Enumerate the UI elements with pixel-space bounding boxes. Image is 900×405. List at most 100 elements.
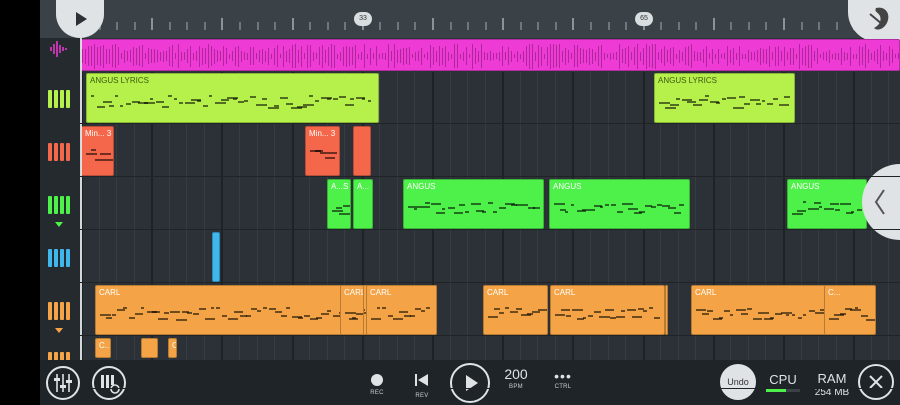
tempo-control[interactable]: 200 BPM — [500, 364, 532, 390]
pattern-clip[interactable]: CARL — [366, 285, 437, 335]
close-icon — [869, 375, 883, 389]
ruler-tick — [537, 22, 540, 30]
pattern-clip[interactable]: CARL — [550, 285, 665, 335]
track-header-piano-1[interactable] — [48, 90, 70, 108]
pattern-clip[interactable]: CARL — [340, 285, 364, 335]
ruler-tick — [677, 22, 680, 30]
timeline-ruler[interactable]: 33 65 — [40, 0, 900, 38]
bpm-label: BPM — [509, 384, 523, 390]
pattern-clip[interactable]: ANGUS — [787, 179, 867, 229]
ram-meter: RAM 254 MB — [810, 372, 854, 399]
pattern-clip[interactable] — [212, 232, 220, 282]
ruler-tick — [449, 22, 452, 30]
row-separator — [80, 176, 900, 177]
pattern-clip[interactable] — [141, 338, 158, 358]
pattern-clip[interactable]: ANGUS — [403, 179, 544, 229]
ruler-tick — [326, 22, 329, 30]
pattern-clip[interactable]: CARL — [665, 285, 668, 335]
ruler-tick — [274, 22, 277, 30]
pattern-clip-title: ANGUS LYRICS — [90, 76, 149, 85]
ruler-tick — [747, 22, 750, 30]
track-header-audio[interactable] — [48, 40, 70, 58]
pattern-clip-title: ANGUS — [407, 182, 436, 191]
screen-edge — [0, 0, 40, 405]
ruler-tick — [414, 22, 417, 30]
record-button[interactable]: REC — [365, 368, 389, 396]
pattern-clip[interactable]: CARL — [483, 285, 548, 335]
pattern-clip-title: CARL — [487, 288, 509, 297]
note-preview — [86, 143, 113, 169]
ruler-tick — [712, 18, 715, 30]
ruler-tick — [396, 22, 399, 30]
row-separator — [80, 282, 900, 283]
pattern-clip[interactable]: Min... 3 — [305, 126, 340, 176]
fl-studio-mobile-app: 33 65 ANGUS LYRICS ANGUS LYRICS Min... 3… — [0, 0, 900, 405]
ruler-tick — [116, 22, 119, 30]
ruler-tick — [660, 22, 663, 30]
pattern-clip[interactable]: ANGUS LYRICS — [86, 73, 379, 123]
ruler-tick — [467, 22, 470, 30]
ruler-tick — [572, 18, 575, 30]
play-icon — [466, 375, 478, 391]
track-header-piano-4[interactable] — [48, 249, 70, 267]
skip-back-icon — [415, 374, 428, 386]
fl-menu-button[interactable] — [848, 0, 900, 42]
ruler-tick — [309, 22, 312, 30]
ruler-tick — [800, 22, 803, 30]
note-preview — [332, 196, 350, 222]
note-preview — [488, 302, 547, 328]
row-separator — [80, 388, 900, 389]
note-preview — [829, 302, 875, 328]
ruler-tick — [783, 18, 785, 30]
ruler-tick — [765, 22, 768, 30]
close-button[interactable] — [858, 364, 894, 400]
note-preview — [91, 90, 374, 116]
pattern-clip[interactable]: Min... 3 — [81, 126, 114, 176]
track-header-piano-6[interactable] — [48, 352, 70, 360]
controls-button[interactable]: ••• CTRL — [548, 368, 578, 390]
ruler-tick — [203, 22, 206, 30]
pattern-clip-title: CARL — [695, 288, 717, 297]
piano-roll-settings-button[interactable] — [92, 366, 126, 400]
pattern-clip-title: ANGUS LYRICS — [658, 76, 717, 85]
ruler-tick — [519, 22, 522, 30]
pattern-clip[interactable]: ANGUS LYRICS — [654, 73, 795, 123]
ruler-tick — [484, 22, 487, 30]
pattern-clip[interactable]: ANGUS — [549, 179, 690, 229]
mixer-button[interactable] — [46, 366, 80, 400]
row-separator — [80, 335, 900, 336]
pattern-clip[interactable]: A... — [353, 179, 373, 229]
pattern-clip[interactable]: C... — [824, 285, 876, 335]
playlist-grid[interactable]: ANGUS LYRICS ANGUS LYRICS Min... 3 Min... 3… — [81, 72, 900, 360]
waveform-icon — [50, 41, 67, 57]
pattern-clip-title: CARL — [370, 288, 392, 297]
note-preview — [408, 196, 541, 222]
note-preview — [792, 196, 862, 222]
piano-settings-icon — [101, 375, 120, 394]
track-header-piano-5[interactable] — [48, 302, 70, 320]
play-song-button[interactable] — [56, 0, 104, 38]
undo-button[interactable]: Undo — [720, 364, 756, 400]
track-header-piano-2[interactable] — [48, 143, 70, 161]
track-expand-arrow[interactable] — [55, 328, 63, 333]
ruler-tick — [625, 22, 628, 30]
ruler-tick — [221, 18, 224, 30]
audio-clip[interactable] — [81, 39, 900, 71]
track-header-piano-3[interactable] — [48, 196, 70, 214]
note-preview — [555, 302, 661, 328]
pattern-clip[interactable]: CA...RT — [168, 338, 177, 358]
ruler-tick — [186, 22, 189, 30]
pattern-clip-title: C... — [828, 288, 841, 297]
row-separator — [80, 123, 900, 124]
ruler-tick — [256, 22, 259, 30]
playhead[interactable] — [80, 38, 82, 360]
bpm-value: 200 — [504, 366, 528, 382]
pattern-clip[interactable]: A...S — [327, 179, 351, 229]
ruler-tick — [344, 22, 347, 30]
pattern-clip[interactable]: C... — [95, 338, 111, 358]
play-button[interactable] — [450, 363, 490, 403]
pattern-clip-title: CARL — [99, 288, 121, 297]
track-expand-arrow[interactable] — [55, 222, 63, 227]
rewind-button[interactable]: REV — [410, 368, 434, 399]
pattern-clip[interactable] — [353, 126, 371, 176]
